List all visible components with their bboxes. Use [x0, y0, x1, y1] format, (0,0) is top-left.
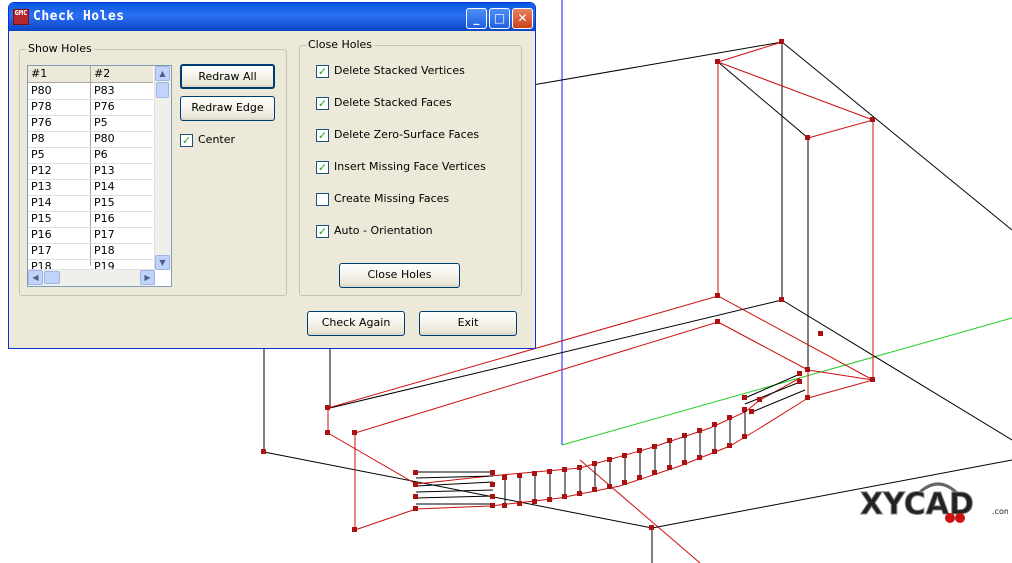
- app-icon: GMC: [13, 9, 29, 25]
- minimize-button[interactable]: _: [466, 8, 487, 29]
- option-checkbox[interactable]: [316, 193, 329, 206]
- redraw-all-button[interactable]: Redraw All: [180, 64, 275, 89]
- close-holes-label: Close Holes: [306, 38, 375, 51]
- cell-point-1: P5: [31, 148, 45, 161]
- cell-point-2: P83: [94, 84, 115, 97]
- column-header-1[interactable]: #1: [31, 67, 47, 80]
- center-label: Center: [198, 133, 236, 146]
- scroll-left-icon[interactable]: ◀: [28, 270, 43, 285]
- option-label: Delete Zero-Surface Faces: [334, 128, 480, 141]
- checkmark-icon: ✓: [317, 161, 328, 174]
- option-checkbox[interactable]: ✓: [316, 129, 329, 142]
- option-label: Delete Stacked Faces: [334, 96, 452, 109]
- list-item[interactable]: P5 P6: [28, 147, 153, 164]
- cell-point-2: P16: [94, 212, 115, 225]
- option-checkbox[interactable]: ✓: [316, 65, 329, 78]
- cell-point-1: P16: [31, 228, 52, 241]
- option-label: Auto - Orientation: [334, 224, 433, 237]
- check-again-button[interactable]: Check Again: [307, 311, 405, 336]
- option-label: Create Missing Faces: [334, 192, 450, 205]
- maximize-button[interactable]: □: [489, 8, 510, 29]
- list-item[interactable]: P80 P83: [28, 83, 153, 100]
- axis-x-line: [561, 317, 1012, 446]
- cell-point-1: P14: [31, 196, 52, 209]
- cell-point-2: P76: [94, 100, 115, 113]
- checkmark-icon: ✓: [181, 134, 192, 147]
- list-item[interactable]: P13 P14: [28, 179, 153, 196]
- list-item[interactable]: P15 P16: [28, 211, 153, 228]
- list-item[interactable]: P14 P15: [28, 195, 153, 212]
- list-item[interactable]: P17 P18: [28, 243, 153, 260]
- cell-point-2: P14: [94, 180, 115, 193]
- option-checkbox[interactable]: ✓: [316, 161, 329, 174]
- close-icon: ✕: [517, 11, 528, 25]
- cell-point-1: P8: [31, 132, 45, 145]
- cell-point-2: P5: [94, 116, 108, 129]
- list-item[interactable]: P78 P76: [28, 99, 153, 116]
- exit-button[interactable]: Exit: [419, 311, 517, 336]
- cell-point-2: P6: [94, 148, 108, 161]
- checkmark-icon: ✓: [317, 97, 328, 110]
- scroll-right-icon[interactable]: ▶: [140, 270, 155, 285]
- list-item[interactable]: P8 P80: [28, 131, 153, 148]
- checkmark-icon: ✓: [317, 65, 328, 78]
- horizontal-scrollbar[interactable]: ◀ ▶: [28, 269, 155, 286]
- option-label: Insert Missing Face Vertices: [334, 160, 486, 173]
- cell-point-2: P13: [94, 164, 115, 177]
- cell-point-2: P18: [94, 244, 115, 257]
- list-item[interactable]: P12 P13: [28, 163, 153, 180]
- minimize-icon: _: [473, 11, 480, 25]
- checkmark-icon: ✓: [317, 225, 328, 238]
- close-holes-button[interactable]: Close Holes: [339, 263, 460, 288]
- cell-point-1: P15: [31, 212, 52, 225]
- cell-point-2: P15: [94, 196, 115, 209]
- check-holes-dialog: GMC Check Holes _ □ ✕ Show Holes #1 #2 P…: [8, 2, 536, 349]
- scroll-up-icon[interactable]: ▲: [155, 66, 170, 81]
- axis-lines: [561, 0, 1012, 563]
- option-checkbox[interactable]: ✓: [316, 97, 329, 110]
- xycad-logo: XYCAD .com: [860, 482, 1008, 523]
- center-checkbox[interactable]: ✓: [180, 134, 193, 147]
- list-item[interactable]: P76 P5: [28, 115, 153, 132]
- cell-point-1: P12: [31, 164, 52, 177]
- logo-suffix: .com: [992, 507, 1008, 516]
- title-bar[interactable]: GMC Check Holes _ □ ✕: [9, 3, 535, 31]
- option-label: Delete Stacked Vertices: [334, 64, 465, 77]
- option-checkbox[interactable]: ✓: [316, 225, 329, 238]
- checkmark-icon: ✓: [317, 129, 328, 142]
- cell-point-1: P13: [31, 180, 52, 193]
- close-button[interactable]: ✕: [512, 8, 533, 29]
- window-title: Check Holes: [33, 9, 125, 24]
- redraw-edge-button[interactable]: Redraw Edge: [180, 96, 275, 121]
- cell-point-1: P80: [31, 84, 52, 97]
- vertical-scrollbar[interactable]: ▲ ▼: [154, 66, 171, 270]
- horizontal-scroll-thumb[interactable]: [44, 271, 60, 284]
- maximize-icon: □: [493, 11, 506, 25]
- cell-point-2: P17: [94, 228, 115, 241]
- show-holes-label: Show Holes: [26, 42, 94, 55]
- cell-point-1: P17: [31, 244, 52, 257]
- column-header-2[interactable]: #2: [94, 67, 110, 80]
- list-item[interactable]: P16 P17: [28, 227, 153, 244]
- vertical-scroll-thumb[interactable]: [156, 82, 169, 98]
- cell-point-2: P80: [94, 132, 115, 145]
- scroll-down-icon[interactable]: ▼: [155, 255, 170, 270]
- holes-list[interactable]: #1 #2 P80 P83 P78 P76 P76 P5 P8 P80 P5 P6 P12 P13 P1…: [27, 65, 172, 287]
- cell-point-1: P76: [31, 116, 52, 129]
- cell-point-1: P78: [31, 100, 52, 113]
